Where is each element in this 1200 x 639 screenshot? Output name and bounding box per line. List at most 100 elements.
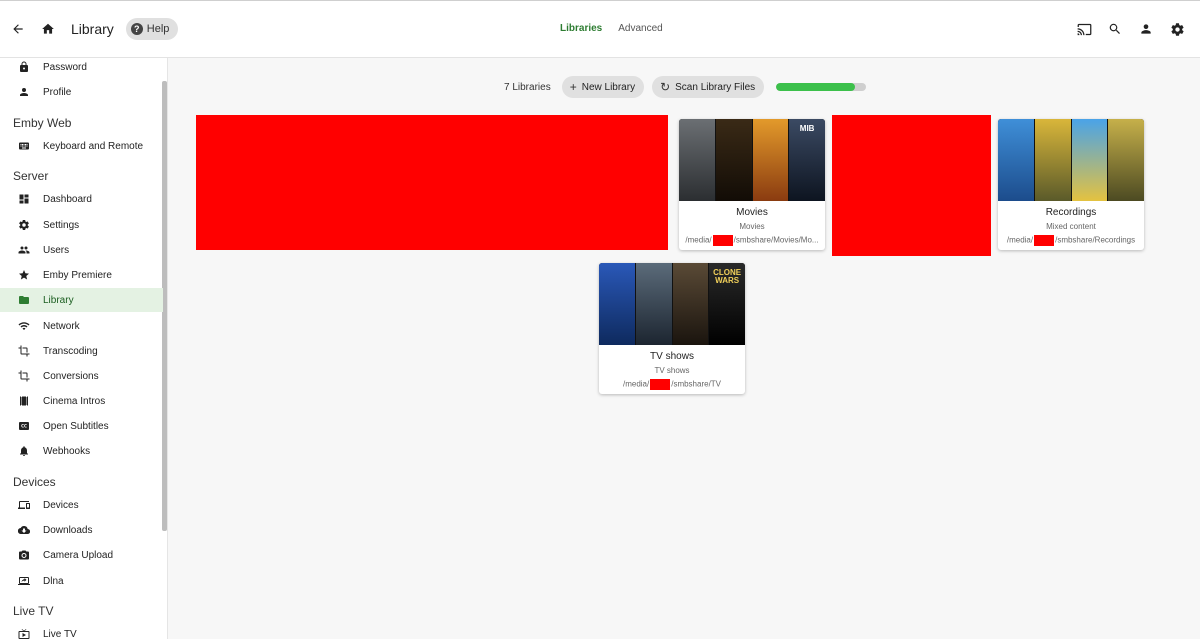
library-name: Recordings: [1045, 207, 1097, 218]
sidebar-item-conversions[interactable]: Conversions: [0, 364, 163, 388]
library-path: /media/ /smbshare/TV: [603, 379, 741, 390]
tab-libraries[interactable]: Libraries: [560, 23, 602, 34]
sidebar-item-label: Transcoding: [43, 345, 98, 357]
poster-image: [679, 119, 715, 201]
settings-button[interactable]: [1162, 14, 1192, 44]
sidebar-item-label: Webhooks: [43, 445, 91, 457]
refresh-icon: ↻: [660, 80, 671, 94]
sidebar-item-network[interactable]: Network: [0, 314, 163, 338]
redacted-path-segment: [712, 235, 733, 246]
library-type: Mixed content: [1046, 222, 1096, 231]
cast-icon: [1077, 23, 1091, 35]
section-devices: Devices: [13, 475, 56, 489]
header-right: [1069, 14, 1192, 44]
section-live-tv: Live TV: [13, 604, 54, 618]
poster-image: [752, 119, 789, 201]
library-card-tv-shows[interactable]: CLONE WARS TV shows TV shows /media/ /smb…: [599, 263, 745, 394]
poster-image: [1034, 119, 1071, 201]
sidebar-item-live-tv[interactable]: Live TV: [0, 622, 163, 639]
path-suffix: /smbshare/Movies/Mo...: [733, 235, 819, 245]
path-prefix: /media/: [685, 235, 712, 245]
sidebar-item-devices[interactable]: Devices: [0, 493, 163, 517]
gear-icon: [1170, 22, 1184, 36]
sidebar-item-profile[interactable]: Profile: [0, 80, 163, 104]
scan-progress-bar: [776, 83, 867, 91]
sidebar-item-cinema-intros[interactable]: Cinema Intros: [0, 389, 163, 413]
poster-title: CLONE WARS: [713, 268, 742, 285]
gear-icon: [19, 220, 29, 231]
sidebar-item-library[interactable]: Library: [0, 288, 163, 312]
devices-icon: [18, 501, 30, 509]
poster-image: [1108, 119, 1144, 201]
library-path: /media/ /smbshare/Movies/Mo...: [683, 235, 821, 246]
sidebar-item-users[interactable]: Users: [0, 238, 163, 262]
star-icon: [19, 270, 29, 280]
path-suffix: /smbshare/TV: [671, 379, 722, 389]
search-icon: [1109, 23, 1120, 34]
sidebar-item-webhooks[interactable]: Webhooks: [0, 439, 163, 463]
library-type: Movies: [739, 222, 765, 231]
new-library-button[interactable]: + New Library: [561, 76, 645, 98]
sidebar-item-label: Devices: [43, 499, 79, 511]
library-card-movies[interactable]: MIB Movies Movies /media/ /smbshare/Movie…: [679, 119, 825, 250]
cc-icon: CC: [19, 422, 29, 430]
poster-image: MIB: [789, 119, 825, 201]
plus-icon: +: [569, 80, 577, 94]
sidebar-item-label: Settings: [43, 219, 80, 231]
section-emby-web: Emby Web: [13, 116, 72, 130]
redacted-library-card: [832, 115, 991, 256]
search-button[interactable]: [1100, 14, 1130, 44]
sidebar-item-downloads[interactable]: Downloads: [0, 518, 163, 542]
library-card-recordings[interactable]: Recordings Mixed content /media/ /smbshar…: [998, 119, 1144, 250]
sidebar-item-label: Emby Premiere: [43, 269, 112, 281]
scan-library-button[interactable]: ↻ Scan Library Files: [652, 76, 765, 98]
sidebar-item-label: Camera Upload: [43, 549, 114, 561]
dashboard-icon: [19, 194, 29, 204]
sidebar-item-label: Downloads: [43, 524, 93, 536]
sidebar-item-open-subtitles[interactable]: CC Open Subtitles: [0, 414, 163, 438]
path-suffix: /smbshare/Recordings: [1055, 235, 1136, 245]
new-library-label: New Library: [581, 81, 636, 93]
top-header: Library ? Help Libraries Advanced: [0, 1, 1200, 58]
scan-progress-fill: [776, 83, 856, 91]
sidebar-item-password[interactable]: Password: [0, 58, 163, 79]
keyboard-icon: [19, 142, 29, 150]
library-card-image: [998, 119, 1144, 201]
cast-button[interactable]: [1069, 14, 1099, 44]
tab-advanced[interactable]: Advanced: [618, 23, 662, 34]
library-name: Movies: [736, 207, 768, 218]
lock-icon: [20, 61, 28, 72]
folder-icon: [19, 296, 29, 304]
sidebar-item-label: Library: [43, 294, 74, 306]
screen-share-icon: [18, 577, 30, 585]
back-button[interactable]: [3, 14, 33, 44]
home-button[interactable]: [33, 14, 63, 44]
library-card-image: CLONE WARS: [599, 263, 745, 345]
sidebar-item-camera-upload[interactable]: Camera Upload: [0, 543, 163, 567]
sidebar-item-transcoding[interactable]: Transcoding: [0, 339, 163, 363]
poster-image: [998, 119, 1034, 201]
sidebar-item-emby-premiere[interactable]: Emby Premiere: [0, 263, 163, 287]
library-path: /media/ /smbshare/Recordings: [1002, 235, 1140, 246]
poster-image: [715, 119, 752, 201]
sidebar-item-keyboard-remote[interactable]: Keyboard and Remote: [0, 134, 163, 158]
header-left: Library ? Help: [3, 14, 179, 44]
user-button[interactable]: [1131, 14, 1161, 44]
page-title: Library: [71, 21, 114, 37]
tv-icon: [18, 629, 30, 639]
sidebar-item-dlna[interactable]: Dlna: [0, 569, 163, 593]
sidebar-item-dashboard[interactable]: Dashboard: [0, 187, 163, 211]
sidebar-item-label: Keyboard and Remote: [43, 140, 144, 152]
library-name: TV shows: [650, 351, 694, 362]
help-label: Help: [146, 23, 170, 35]
redacted-library-area: [196, 115, 668, 250]
poster-image: [1071, 119, 1108, 201]
help-button[interactable]: ? Help: [125, 18, 179, 40]
library-toolbar: 7 Libraries + New Library ↻ Scan Library…: [504, 76, 867, 98]
sidebar-item-label: Network: [43, 320, 80, 332]
poster-image: [599, 263, 635, 345]
sidebar-item-label: Dlna: [43, 575, 64, 587]
sidebar-item-settings[interactable]: Settings: [0, 213, 163, 237]
library-count: 7 Libraries: [504, 81, 551, 93]
sidebar-item-label: Password: [43, 61, 87, 73]
